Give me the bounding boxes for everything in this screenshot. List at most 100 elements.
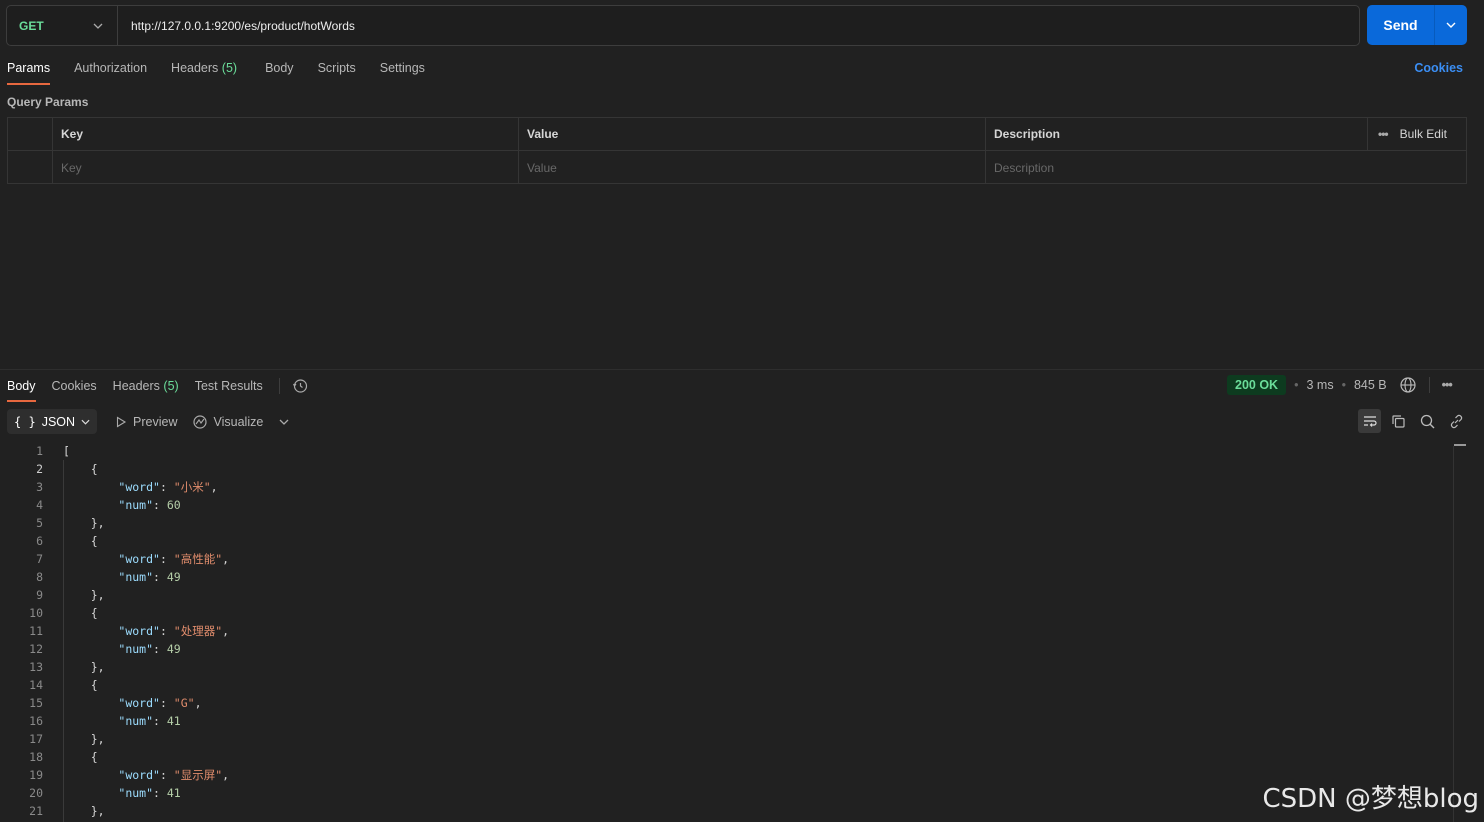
code-text: [ xyxy=(63,444,70,458)
checkbox-column xyxy=(8,118,53,150)
dot-separator: • xyxy=(1294,378,1299,392)
cookies-link[interactable]: Cookies xyxy=(1414,61,1463,75)
history-icon[interactable] xyxy=(292,378,308,394)
line-number: 20 xyxy=(29,786,43,800)
description-input[interactable]: Description xyxy=(986,151,1368,184)
send-options-button[interactable] xyxy=(1435,22,1467,28)
value-input[interactable]: Value xyxy=(519,151,986,184)
tab-headers[interactable]: Headers (5) xyxy=(171,61,237,75)
line-number: 10 xyxy=(29,606,43,620)
play-icon xyxy=(116,416,127,427)
tab-params[interactable]: Params xyxy=(7,61,51,85)
dot-separator: • xyxy=(1341,378,1346,392)
response-format-bar: { } JSON Preview Visualize xyxy=(7,409,289,434)
search-button[interactable] xyxy=(1416,409,1439,433)
line-number: 1 xyxy=(36,444,43,458)
link-icon xyxy=(1450,414,1463,428)
tab-response-body[interactable]: Body xyxy=(7,379,36,402)
method-select[interactable]: GET xyxy=(7,6,118,45)
response-headers-count: (5) xyxy=(163,379,179,393)
code-line: 6 { xyxy=(0,532,1450,550)
code-text: }, xyxy=(63,588,105,602)
tab-body[interactable]: Body xyxy=(265,61,294,75)
code-line: 16 "num": 41 xyxy=(0,712,1450,730)
tab-settings[interactable]: Settings xyxy=(380,61,425,75)
response-size[interactable]: 845 B xyxy=(1354,378,1387,392)
response-tabs: Body Cookies Headers (5) Test Results xyxy=(7,378,308,402)
line-number: 15 xyxy=(29,696,43,710)
code-text: "word": "高性能", xyxy=(118,552,230,566)
tab-authorization[interactable]: Authorization xyxy=(74,61,147,75)
line-number: 9 xyxy=(36,588,43,602)
response-time[interactable]: 3 ms xyxy=(1306,378,1333,392)
code-line: 5 }, xyxy=(0,514,1450,532)
wrap-icon xyxy=(1363,416,1377,427)
url-input[interactable]: http://127.0.0.1:9200/es/product/hotWord… xyxy=(118,19,355,33)
code-line: 13 }, xyxy=(0,658,1450,676)
visualize-icon xyxy=(192,414,207,429)
line-number: 13 xyxy=(29,660,43,674)
code-text: { xyxy=(63,750,98,764)
table-header-row: Key Value Description ••• Bulk Edit xyxy=(8,118,1466,151)
tab-response-headers[interactable]: Headers (5) xyxy=(113,379,179,393)
tab-test-results[interactable]: Test Results xyxy=(195,379,263,393)
code-text: { xyxy=(63,462,98,476)
code-text: "word": "G", xyxy=(118,696,202,710)
row-checkbox[interactable] xyxy=(8,151,53,184)
code-line: 20 "num": 41 xyxy=(0,784,1450,802)
bulk-edit-cell: ••• Bulk Edit xyxy=(1368,118,1466,150)
line-number: 12 xyxy=(29,642,43,656)
tab-response-cookies[interactable]: Cookies xyxy=(52,379,97,393)
link-button[interactable] xyxy=(1445,409,1468,433)
code-line: 19 "word": "显示屏", xyxy=(0,766,1450,784)
copy-icon xyxy=(1392,414,1405,428)
format-select[interactable]: { } JSON xyxy=(7,409,98,434)
code-line: 14 { xyxy=(0,676,1450,694)
code-text: }, xyxy=(63,516,105,530)
code-text: { xyxy=(63,534,98,548)
chevron-down-icon[interactable] xyxy=(279,419,289,425)
visualize-button[interactable]: Visualize xyxy=(192,414,290,430)
code-text: { xyxy=(63,678,98,692)
code-line: 11 "word": "处理器", xyxy=(0,622,1450,640)
code-line: 3 "word": "小米", xyxy=(0,478,1450,496)
search-icon xyxy=(1420,414,1435,428)
code-text: "num": 41 xyxy=(118,786,181,800)
code-line: 10 { xyxy=(0,604,1450,622)
code-text: "num": 49 xyxy=(118,570,181,584)
code-line: 1[ xyxy=(0,442,1450,460)
line-number: 17 xyxy=(29,732,43,746)
response-tools xyxy=(1358,409,1468,433)
more-options-icon[interactable]: ••• xyxy=(1442,378,1453,392)
braces-icon: { } xyxy=(14,414,36,429)
code-text: }, xyxy=(63,660,105,674)
more-icon[interactable]: ••• xyxy=(1378,127,1389,141)
globe-icon[interactable] xyxy=(1399,376,1417,394)
separator xyxy=(1428,377,1430,393)
code-text: "num": 49 xyxy=(118,642,181,656)
scrollbar-thumb[interactable] xyxy=(1454,444,1466,446)
tab-scripts[interactable]: Scripts xyxy=(318,61,356,75)
status-badge[interactable]: 200 OK xyxy=(1227,375,1287,395)
code-text: }, xyxy=(63,732,105,746)
scrollbar-track[interactable] xyxy=(1453,446,1454,822)
code-text: "num": 41 xyxy=(118,714,181,728)
response-body-code[interactable]: 1[2 {3 "word": "小米", 4 "num": 60 5 }, 6 {7 … xyxy=(0,442,1450,822)
preview-button[interactable]: Preview xyxy=(115,415,178,429)
response-status: 200 OK • 3 ms • 845 B ••• xyxy=(1227,375,1453,395)
key-input[interactable]: Key xyxy=(53,151,519,184)
code-line: 17 }, xyxy=(0,730,1450,748)
code-text: "word": "显示屏", xyxy=(118,768,230,782)
code-text: "word": "处理器", xyxy=(118,624,230,638)
line-number: 16 xyxy=(29,714,43,728)
code-line: 21 }, xyxy=(0,802,1450,820)
wrap-lines-button[interactable] xyxy=(1358,409,1381,433)
line-number: 8 xyxy=(36,570,43,584)
code-line: 18 { xyxy=(0,748,1450,766)
key-header: Key xyxy=(53,118,519,150)
pane-divider[interactable] xyxy=(0,369,1484,370)
bulk-edit-button[interactable]: Bulk Edit xyxy=(1400,127,1447,141)
request-tabs: Params Authorization Headers (5) Body Sc… xyxy=(7,61,449,85)
send-button[interactable]: Send xyxy=(1367,17,1434,33)
copy-button[interactable] xyxy=(1387,409,1410,433)
